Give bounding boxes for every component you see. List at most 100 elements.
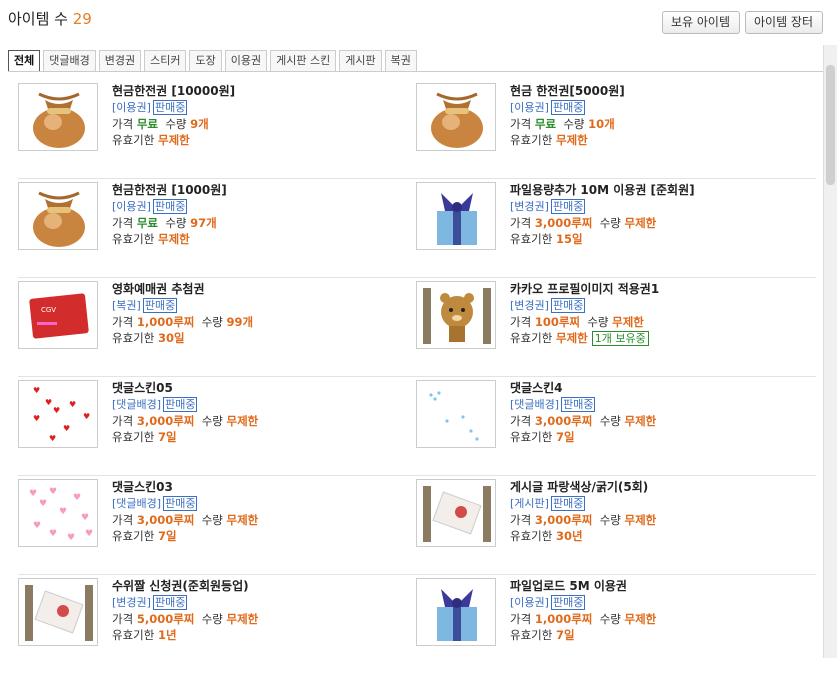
item-name[interactable]: 파일업로드 5M 이용권 [510, 578, 800, 594]
item-price-line: 가격 5,000루찌 수량 무제한 [112, 611, 402, 627]
price-label: 가격 [510, 513, 532, 527]
sale-status-badge: 판매중 [550, 100, 586, 115]
svg-text:♥: ♥ [33, 414, 40, 423]
item-qty: 무제한 [624, 513, 657, 527]
owned-items-button[interactable]: 보유 아이템 [662, 11, 740, 34]
svg-text:♥: ♥ [33, 521, 41, 531]
scrollbar[interactable] [823, 45, 837, 658]
item-qty: 무제한 [226, 612, 259, 626]
svg-text:♥: ♥ [53, 406, 60, 415]
item-card[interactable]: ♥ ♥ ♥ ♥ ♥ ♥ ♥ ♥ 댓글스킨05 [댓글배경] 판매중 가격 3,000루찌 수량 무제한… [18, 380, 408, 450]
item-info: 현금한전권 [10000원] [이용권] 판매중 가격 무료 수량 9개 유효기한 무제… [112, 83, 402, 148]
gift-box-icon[interactable] [416, 578, 496, 646]
svg-text:♥: ♥ [45, 398, 52, 407]
item-price: 3,000루찌 [534, 216, 593, 230]
item-card[interactable]: 게시글 파랑색상/굵기(5회) [게시판] 판매중 가격 3,000루찌 수량 무제한… [416, 479, 806, 549]
expiry-label: 유효기한 [112, 430, 155, 444]
expiry-label: 유효기한 [510, 331, 553, 345]
item-name[interactable]: 현금 한전권[5000원] [510, 83, 800, 99]
item-card[interactable]: 수위짤 신청권(준회원등업) [변경권] 판매중 가격 5,000루찌 수량 무제한 유… [18, 578, 408, 648]
gift-box-icon[interactable] [416, 182, 496, 250]
item-tags: [변경권] 판매중 [510, 298, 800, 314]
item-card[interactable]: 현금한전권 [10000원] [이용권] 판매중 가격 무료 수량 9개 유효기한 무제… [18, 83, 408, 153]
item-card[interactable]: 댓글스킨4 [댓글배경] 판매중 가격 3,000루찌 수량 무제한 유효기한 7일 [416, 380, 806, 450]
tab-board[interactable]: 게시판 [339, 50, 382, 72]
item-expiry-line: 유효기한 1년 [112, 627, 402, 643]
item-card[interactable]: 카카오 프로필이미지 적용권1 [변경권] 판매중 가격 100루찌 수량 무제한 유효… [416, 281, 806, 351]
money-bag-icon[interactable] [18, 83, 98, 151]
item-info: 댓글스킨05 [댓글배경] 판매중 가격 3,000루찌 수량 무제한 유효기한 7일 [112, 380, 402, 445]
tab-all[interactable]: 전체 [8, 50, 41, 72]
item-expiry-line: 유효기한 무제한 [112, 231, 402, 247]
tab-change[interactable]: 변경권 [98, 50, 142, 72]
sale-status-badge: 판매중 [550, 496, 586, 511]
item-name[interactable]: 영화예매권 추첨권 [112, 281, 402, 297]
item-expiry-line: 유효기한 7일 [112, 528, 402, 544]
item-market-button[interactable]: 아이템 장터 [745, 11, 823, 34]
item-qty: 무제한 [612, 315, 644, 329]
item-card[interactable]: 파일용량추가 10M 이용권 [준회원] [변경권] 판매중 가격 3,000루찌 수… [416, 182, 806, 252]
item-category: [댓글배경] [510, 398, 560, 411]
bear-icon[interactable] [416, 281, 496, 349]
item-card[interactable]: CGV 영화예매권 추첨권 [복권] 판매중 가격 1,000루찌 수량 99개 유효기한… [18, 281, 408, 351]
ticket-icon[interactable]: CGV [18, 281, 98, 349]
item-category: [이용권] [510, 596, 549, 609]
item-name[interactable]: 카카오 프로필이미지 적용권1 [510, 281, 800, 297]
svg-text:♥: ♥ [83, 412, 90, 421]
hearts-icon[interactable]: ♥ ♥ ♥ ♥ ♥ ♥ ♥ ♥ [18, 380, 98, 448]
tab-sticker[interactable]: 스티커 [144, 50, 187, 72]
sale-status-badge: 판매중 [561, 397, 596, 412]
item-tags: [댓글배경] 판매중 [112, 496, 402, 512]
item-card[interactable]: 현금한전권 [1000원] [이용권] 판매중 가격 무료 수량 97개 유효기한 무제… [18, 182, 408, 252]
item-category: [이용권] [510, 101, 549, 114]
item-info: 게시글 파랑색상/굵기(5회) [게시판] 판매중 가격 3,000루찌 수량 무제한… [510, 479, 800, 544]
item-name[interactable]: 댓글스킨03 [112, 479, 402, 495]
tab-divider [8, 71, 823, 72]
item-info: 댓글스킨4 [댓글배경] 판매중 가격 3,000루찌 수량 무제한 유효기한 7일 [510, 380, 800, 445]
header-title: 아이템 수 [8, 10, 68, 28]
money-bag-icon[interactable] [18, 182, 98, 250]
dots-icon[interactable] [416, 380, 496, 448]
item-category: [변경권] [510, 200, 549, 213]
item-name[interactable]: 댓글스킨05 [112, 380, 402, 396]
item-name[interactable]: 현금한전권 [1000원] [112, 182, 402, 198]
tab-pass[interactable]: 이용권 [224, 50, 268, 72]
item-name[interactable]: 파일용량추가 10M 이용권 [준회원] [510, 182, 800, 198]
money-bag-icon[interactable] [416, 83, 496, 151]
item-card[interactable]: 현금 한전권[5000원] [이용권] 판매중 가격 무료 수량 10개 유효기한 무제… [416, 83, 806, 153]
svg-text:♥: ♥ [69, 400, 76, 409]
price-label: 가격 [112, 216, 134, 230]
tab-lottery[interactable]: 복권 [384, 50, 417, 72]
item-info: 수위짤 신청권(준회원등업) [변경권] 판매중 가격 5,000루찌 수량 무제한 유… [112, 578, 402, 643]
item-price: 무료 [534, 117, 556, 131]
svg-text:♥: ♥ [49, 487, 57, 497]
tab-stamp[interactable]: 도장 [189, 50, 222, 72]
sale-status-badge: 판매중 [163, 496, 198, 511]
pink-hearts-icon[interactable]: ♥ ♥ ♥ ♥ ♥ ♥ ♥ ♥ ♥ ♥ [18, 479, 98, 547]
price-label: 가격 [510, 216, 532, 230]
item-expiry-line: 유효기한 7일 [510, 627, 800, 643]
item-name[interactable]: 현금한전권 [10000원] [112, 83, 402, 99]
svg-text:♥: ♥ [63, 424, 70, 433]
sale-status-badge: 판매중 [550, 298, 586, 313]
item-name[interactable]: 게시글 파랑색상/굵기(5회) [510, 479, 800, 495]
svg-text:CGV: CGV [41, 306, 56, 314]
item-name[interactable]: 수위짤 신청권(준회원등업) [112, 578, 402, 594]
item-qty: 9개 [190, 117, 209, 131]
letter-icon[interactable] [416, 479, 496, 547]
price-label: 가격 [510, 315, 532, 329]
item-price-line: 가격 3,000루찌 수량 무제한 [112, 413, 402, 429]
sale-status-badge: 판매중 [550, 595, 586, 610]
tab-comment-bg[interactable]: 댓글배경 [43, 50, 96, 72]
item-name[interactable]: 댓글스킨4 [510, 380, 800, 396]
price-label: 가격 [112, 612, 134, 626]
qty-label: 수량 [563, 117, 585, 131]
scroll-thumb[interactable] [826, 65, 835, 185]
item-expiry-line: 유효기한 무제한 [510, 132, 800, 148]
tab-board-skin[interactable]: 게시판 스킨 [270, 50, 337, 72]
letter-icon[interactable] [18, 578, 98, 646]
item-card[interactable]: ♥ ♥ ♥ ♥ ♥ ♥ ♥ ♥ ♥ ♥ 댓글스킨03 [댓글배경] 판매중 가격 3,000루찌 수량 무… [18, 479, 408, 549]
item-tags: [이용권] 판매중 [510, 595, 800, 611]
qty-label: 수량 [201, 414, 223, 428]
item-card[interactable]: 파일업로드 5M 이용권 [이용권] 판매중 가격 1,000루찌 수량 무제한 유효기… [416, 578, 806, 648]
